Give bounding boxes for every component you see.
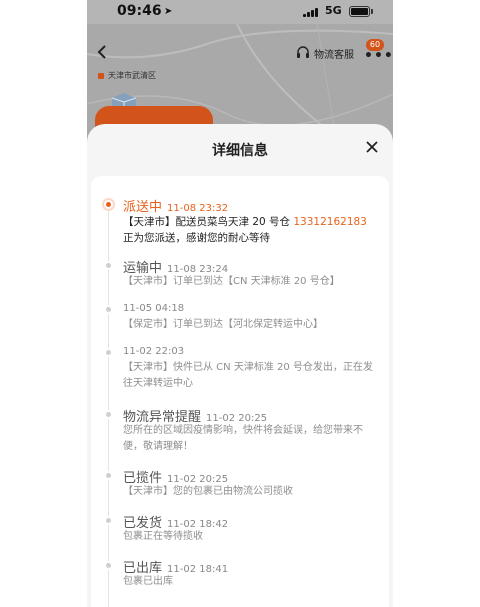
event-description: 【天津市】您的包裹已由物流公司揽收 xyxy=(123,486,293,497)
courier-phone-link[interactable]: 13312162183 xyxy=(293,216,367,228)
timeline-card: 派送中 11-08 23:32 【天津市】配送员菜鸟天津 20 号仓 13312… xyxy=(91,176,389,607)
event-description: 【天津市】快件已从 CN 天津标准 20 号仓发出，正在发往天津转运中心 xyxy=(123,362,373,389)
location-arrow-icon: ➤ xyxy=(164,6,173,17)
timeline-dot xyxy=(104,516,113,525)
network-type: 5G xyxy=(325,4,342,17)
event-description: 【保定市】订单已到达【河北保定转运中心】 xyxy=(123,319,323,330)
timeline-event: 已出库 11-02 18:41 包裹已出库 xyxy=(91,557,389,597)
timeline-dot xyxy=(104,261,113,270)
event-description: 包裹已出库 xyxy=(123,576,173,587)
status-bar: 09:46 ➤ 5G xyxy=(87,0,393,24)
event-status: 派送中 xyxy=(123,200,163,215)
timeline-event: 运输中 11-08 23:24 【天津市】订单已到达【CN 天津标准 20 号仓… xyxy=(91,257,389,297)
event-time: 11-05 04:18 xyxy=(123,303,185,314)
sheet-title: 详细信息 xyxy=(212,143,268,159)
close-icon[interactable] xyxy=(363,138,381,156)
timeline-dot xyxy=(104,561,113,570)
timeline-event: 物流异常提醒 11-02 20:25 您所在的区域因疫情影响，快件将会延误，给您… xyxy=(91,406,389,462)
detail-sheet: 详细信息 派送中 11-08 23:32 【天津市】配送员菜鸟天津 20 号仓 … xyxy=(87,124,393,607)
status-time: 09:46 xyxy=(117,3,162,19)
timeline-dot xyxy=(104,471,113,480)
timeline-event: 已发货 11-02 18:42 包裹正在等待揽收 xyxy=(91,512,389,552)
origin-text: 天津市武清区 xyxy=(108,71,156,80)
customer-service-button[interactable]: 物流客服 xyxy=(295,44,354,62)
event-description: 【天津市】配送员菜鸟天津 20 号仓 13312162183 正为您派送，感谢您… xyxy=(123,216,367,244)
timeline-event: 11-02 22:03 【天津市】快件已从 CN 天津标准 20 号仓发出，正在… xyxy=(91,346,389,402)
event-time: 11-02 22:03 xyxy=(123,346,185,357)
map-origin-label: 天津市武清区 xyxy=(98,70,156,81)
timeline-dot xyxy=(104,410,113,419)
event-time: 11-08 23:32 xyxy=(167,203,229,214)
phone-screen: 09:46 ➤ 5G 物流客服 ••• 60 天津市武清区 详细信息 派送中 1… xyxy=(87,0,393,607)
timeline-event: 已揽件 11-02 20:25 【天津市】您的包裹已由物流公司揽收 xyxy=(91,467,389,507)
headset-icon xyxy=(297,46,309,58)
customer-service-label: 物流客服 xyxy=(314,49,354,61)
timeline-dot-active xyxy=(104,200,113,209)
event-description: 【天津市】订单已到达【CN 天津标准 20 号仓】 xyxy=(123,276,340,287)
battery-icon xyxy=(349,6,370,17)
origin-marker-icon xyxy=(98,72,104,79)
timeline-event: 派送中 11-08 23:32 【天津市】配送员菜鸟天津 20 号仓 13312… xyxy=(91,196,389,256)
event-description: 您所在的区域因疫情影响，快件将会延误，给您带来不便，敬请理解！ xyxy=(123,425,363,452)
notification-badge: 60 xyxy=(366,39,384,51)
chevron-left-icon xyxy=(97,45,106,59)
timeline-dot xyxy=(104,348,113,357)
timeline-event: 11-05 04:18 【保定市】订单已到达【河北保定转运中心】 xyxy=(91,303,389,343)
back-button[interactable] xyxy=(97,44,111,60)
timeline-dot xyxy=(104,305,113,314)
signal-icon xyxy=(303,7,319,17)
event-description: 包裹正在等待揽收 xyxy=(123,531,203,542)
